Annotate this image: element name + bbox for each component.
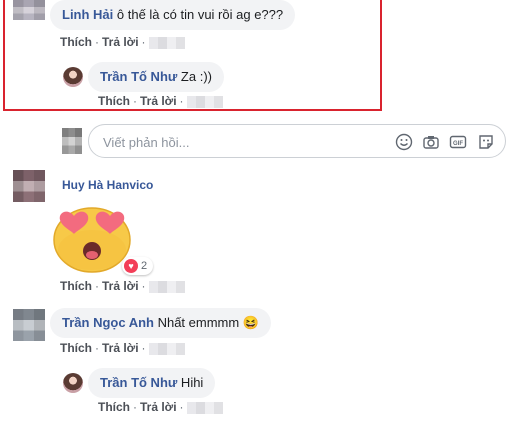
- like-link[interactable]: Thích: [60, 279, 92, 293]
- like-link[interactable]: Thích: [98, 94, 130, 108]
- reply-text: Hihi: [177, 375, 204, 390]
- reply-link[interactable]: Trả lời: [102, 279, 139, 293]
- like-link[interactable]: Thích: [60, 35, 92, 49]
- like-link[interactable]: Thích: [98, 400, 130, 414]
- avatar[interactable]: [63, 373, 83, 393]
- avatar[interactable]: [63, 67, 83, 87]
- sticker-icon[interactable]: [477, 133, 495, 151]
- like-link[interactable]: Thích: [60, 341, 92, 355]
- avatar[interactable]: [13, 309, 45, 341]
- comment-actions: Thích · Trả lời ·: [60, 35, 185, 49]
- reply-actions: Thích · Trả lời ·: [98, 400, 223, 414]
- gif-icon[interactable]: GIF: [449, 133, 467, 151]
- comment-bubble: Linh Hải ô thế là có tin vui rồi ag e???: [50, 0, 296, 30]
- comment-text: Nhất emmmm: [153, 315, 240, 330]
- reply-bubble: Trần Tố Như Za :)): [88, 62, 224, 92]
- reply-author[interactable]: Trần Tố Như: [100, 69, 177, 84]
- reply-input[interactable]: [101, 132, 385, 152]
- reaction-count: 2: [141, 260, 148, 272]
- comment-text: ô thế là có tin vui rồi ag e???: [113, 7, 284, 22]
- camera-icon[interactable]: [422, 133, 440, 151]
- comment-author[interactable]: Linh Hải: [62, 7, 113, 22]
- reply-text: Za :)): [177, 69, 212, 84]
- timestamp[interactable]: [148, 280, 185, 293]
- comment-bubble: Trần Ngọc Anh Nhất emmmm 😆: [50, 308, 272, 338]
- reply-actions: Thích · Trả lời ·: [98, 94, 223, 108]
- comment-actions: Thích · Trả lời ·: [60, 279, 185, 293]
- comment-author[interactable]: Trần Ngọc Anh: [62, 315, 154, 330]
- heart-icon: ♥: [124, 259, 138, 273]
- reply-bubble: Trần Tố Như Hihi: [88, 368, 216, 398]
- timestamp[interactable]: [148, 36, 185, 49]
- avatar[interactable]: [13, 170, 45, 202]
- comment-author[interactable]: Huy Hà Hanvico: [62, 178, 153, 192]
- reply-link[interactable]: Trả lời: [102, 341, 139, 355]
- reply-link[interactable]: Trả lời: [140, 94, 177, 108]
- svg-text:GIF: GIF: [453, 141, 463, 147]
- reply-link[interactable]: Trả lời: [102, 35, 139, 49]
- avatar: [62, 128, 82, 154]
- reaction-badge[interactable]: ♥ 2: [122, 257, 154, 275]
- laughing-emoji-icon: 😆: [242, 315, 260, 330]
- reply-author[interactable]: Trần Tố Như: [100, 375, 177, 390]
- timestamp[interactable]: [186, 95, 223, 108]
- comment-actions: Thích · Trả lời ·: [60, 341, 185, 355]
- reply-link[interactable]: Trả lời: [140, 400, 177, 414]
- timestamp[interactable]: [148, 342, 185, 355]
- avatar[interactable]: [13, 0, 45, 20]
- timestamp[interactable]: [186, 401, 223, 414]
- emoji-icon[interactable]: [395, 133, 413, 151]
- reply-composer: GIF: [88, 124, 506, 158]
